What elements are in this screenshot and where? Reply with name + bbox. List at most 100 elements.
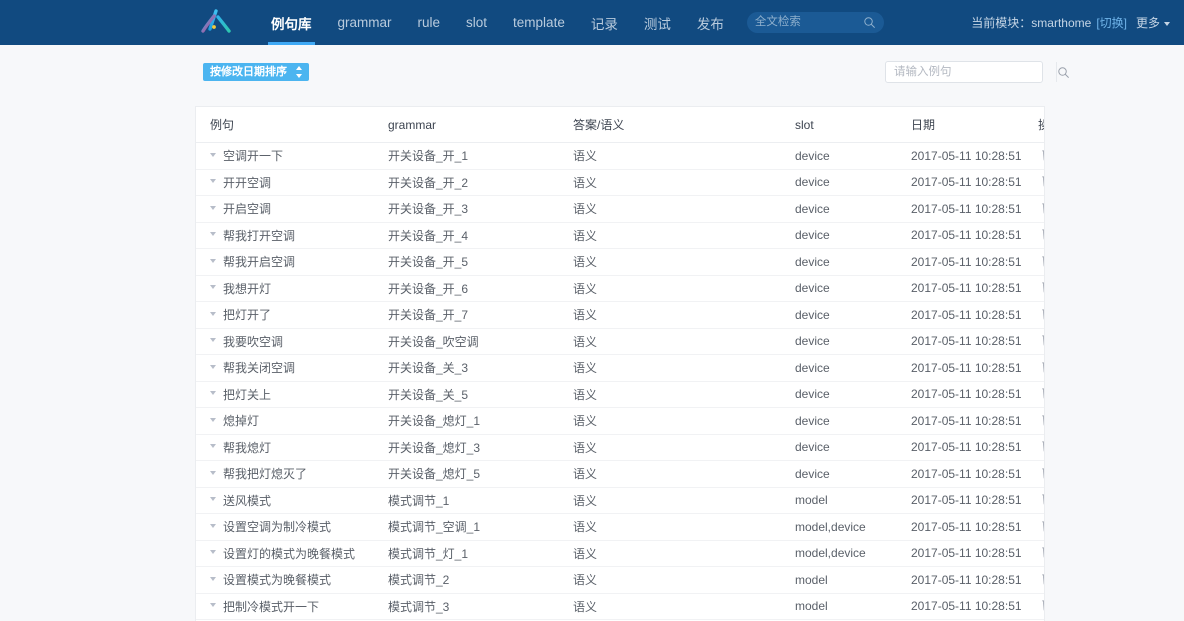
table-row[interactable]: 空调开一下 开关设备_开_1 语义 device 2017-05-11 10:28:51 [196, 142, 1044, 170]
sort-order-select[interactable]: 按修改日期排序 [203, 63, 309, 81]
cell-answer: 语义 [559, 275, 781, 302]
trash-icon [1042, 256, 1044, 267]
table-row[interactable]: 开启空调 开关设备_开_3 语义 device 2017-05-11 10:28:51 [196, 195, 1044, 223]
table-row[interactable]: 设置模式为晚餐模式 模式调节_2 语义 model 2017-05-11 10:28:5… [196, 566, 1044, 594]
cell-answer: 语义 [559, 593, 781, 620]
row-expand-caret-icon[interactable] [210, 603, 216, 608]
trash-icon [1042, 309, 1044, 320]
example-text: 设置空调为制冷模式 [223, 520, 332, 535]
cell-grammar: 模式调节_1 [374, 487, 559, 514]
delete-row-button[interactable] [1042, 466, 1044, 482]
more-menu[interactable]: 更多 [1136, 14, 1170, 31]
row-expand-caret-icon[interactable] [210, 311, 216, 316]
app-logo[interactable] [192, 0, 240, 45]
delete-row-button[interactable] [1042, 598, 1044, 614]
row-expand-caret-icon[interactable] [210, 364, 216, 369]
cell-actions [1028, 593, 1044, 620]
nav-item-publish[interactable]: 发布 [684, 0, 737, 45]
cell-example: 我要吹空调 [196, 328, 374, 355]
global-search-input[interactable]: 全文检索 [755, 12, 863, 33]
example-text: 把制冷模式开一下 [223, 599, 320, 614]
delete-row-button[interactable] [1042, 174, 1044, 190]
column-header-slot[interactable]: slot [781, 107, 897, 143]
delete-row-button[interactable] [1042, 333, 1044, 349]
example-search-button[interactable] [1056, 62, 1070, 82]
nav-item-example-library[interactable]: 例句库 [258, 0, 325, 45]
nav-label: 发布 [696, 16, 724, 32]
trash-icon [1042, 203, 1044, 214]
table-row[interactable]: 把制冷模式开一下 模式调节_3 语义 model 2017-05-11 10:28:51 [196, 593, 1044, 620]
nav-item-test[interactable]: 测试 [631, 0, 684, 45]
delete-row-button[interactable] [1042, 492, 1044, 508]
example-text: 开开空调 [223, 175, 272, 190]
switch-module-link[interactable]: [切换] [1096, 14, 1127, 31]
row-expand-caret-icon[interactable] [210, 232, 216, 237]
row-expand-caret-icon[interactable] [210, 417, 216, 422]
column-header-date[interactable]: 日期 [897, 107, 1028, 143]
search-icon[interactable] [863, 16, 876, 29]
caret-up-icon [295, 66, 302, 70]
table-row[interactable]: 熄掉灯 开关设备_熄灯_1 语义 device 2017-05-11 10:28:51 [196, 407, 1044, 435]
nav-item-slot[interactable]: slot [453, 0, 500, 45]
table-row[interactable]: 帮我打开空调 开关设备_开_4 语义 device 2017-05-11 10:28:5… [196, 222, 1044, 249]
table-row[interactable]: 帮我熄灯 开关设备_熄灯_3 语义 device 2017-05-11 10:28:51 [196, 434, 1044, 461]
nav-item-template[interactable]: template [500, 0, 578, 45]
delete-row-button[interactable] [1042, 386, 1044, 402]
table-row[interactable]: 设置空调为制冷模式 模式调节_空调_1 语义 model,device 2017-05-… [196, 513, 1044, 541]
table-row[interactable]: 设置灯的模式为晚餐模式 模式调节_灯_1 语义 model,device 2017-05… [196, 540, 1044, 567]
row-expand-caret-icon[interactable] [210, 523, 216, 528]
delete-row-button[interactable] [1042, 545, 1044, 561]
table-row[interactable]: 把灯关上 开关设备_关_5 语义 device 2017-05-11 10:28:51 [196, 381, 1044, 408]
table-row[interactable]: 送风模式 模式调节_1 语义 model 2017-05-11 10:28:51 [196, 487, 1044, 514]
cell-example: 帮我打开空调 [196, 222, 374, 249]
table-row[interactable]: 开开空调 开关设备_开_2 语义 device 2017-05-11 10:28:51 [196, 169, 1044, 196]
delete-row-button[interactable] [1042, 227, 1044, 243]
cell-slot: model [781, 566, 897, 594]
delete-row-button[interactable] [1042, 519, 1044, 535]
row-expand-caret-icon[interactable] [210, 470, 216, 475]
row-expand-caret-icon[interactable] [210, 179, 216, 184]
cell-grammar: 开关设备_吹空调 [374, 328, 559, 355]
column-header-answer[interactable]: 答案/语义 [559, 107, 781, 143]
table-row[interactable]: 帮我开启空调 开关设备_开_5 语义 device 2017-05-11 10:28:5… [196, 248, 1044, 276]
cell-grammar: 模式调节_灯_1 [374, 540, 559, 567]
delete-row-button[interactable] [1042, 360, 1044, 376]
cell-slot: device [781, 328, 897, 355]
cell-actions [1028, 513, 1044, 541]
table-row[interactable]: 把灯开了 开关设备_开_7 语义 device 2017-05-11 10:28:51 [196, 301, 1044, 329]
stepper-arrows-icon[interactable] [295, 66, 302, 78]
delete-row-button[interactable] [1042, 148, 1044, 164]
row-expand-caret-icon[interactable] [210, 391, 216, 396]
nav-item-rule[interactable]: rule [405, 0, 454, 45]
delete-row-button[interactable] [1042, 307, 1044, 323]
nav-item-grammar[interactable]: grammar [325, 0, 405, 45]
column-header-grammar[interactable]: grammar [374, 107, 559, 143]
cell-date: 2017-05-11 10:28:51 [897, 566, 1028, 594]
row-expand-caret-icon[interactable] [210, 497, 216, 502]
table-row[interactable]: 帮我把灯熄灭了 开关设备_熄灯_5 语义 device 2017-05-11 10:28… [196, 460, 1044, 488]
global-search-box[interactable]: 全文检索 [746, 12, 884, 33]
delete-row-button[interactable] [1042, 572, 1044, 588]
table-row[interactable]: 帮我关闭空调 开关设备_关_3 语义 device 2017-05-11 10:28:5… [196, 354, 1044, 382]
nav-item-records[interactable]: 记录 [578, 0, 631, 45]
table-row[interactable]: 我想开灯 开关设备_开_6 语义 device 2017-05-11 10:28:51 [196, 275, 1044, 302]
row-expand-caret-icon[interactable] [210, 550, 216, 555]
delete-row-button[interactable] [1042, 201, 1044, 217]
cell-answer: 语义 [559, 487, 781, 514]
row-expand-caret-icon[interactable] [210, 258, 216, 263]
example-text: 送风模式 [223, 493, 272, 508]
row-expand-caret-icon[interactable] [210, 338, 216, 343]
delete-row-button[interactable] [1042, 439, 1044, 455]
row-expand-caret-icon[interactable] [210, 205, 216, 210]
row-expand-caret-icon[interactable] [210, 285, 216, 290]
row-expand-caret-icon[interactable] [210, 444, 216, 449]
table-row[interactable]: 我要吹空调 开关设备_吹空调 语义 device 2017-05-11 10:28:51 [196, 328, 1044, 355]
delete-row-button[interactable] [1042, 254, 1044, 270]
delete-row-button[interactable] [1042, 280, 1044, 296]
example-search-input[interactable] [886, 62, 1056, 82]
row-expand-caret-icon[interactable] [210, 576, 216, 581]
delete-row-button[interactable] [1042, 413, 1044, 429]
row-expand-caret-icon[interactable] [210, 152, 216, 157]
column-header-example[interactable]: 例句 [196, 107, 374, 143]
main-nav: 例句库 grammar rule slot template 记录 测试 发布 [258, 0, 737, 45]
